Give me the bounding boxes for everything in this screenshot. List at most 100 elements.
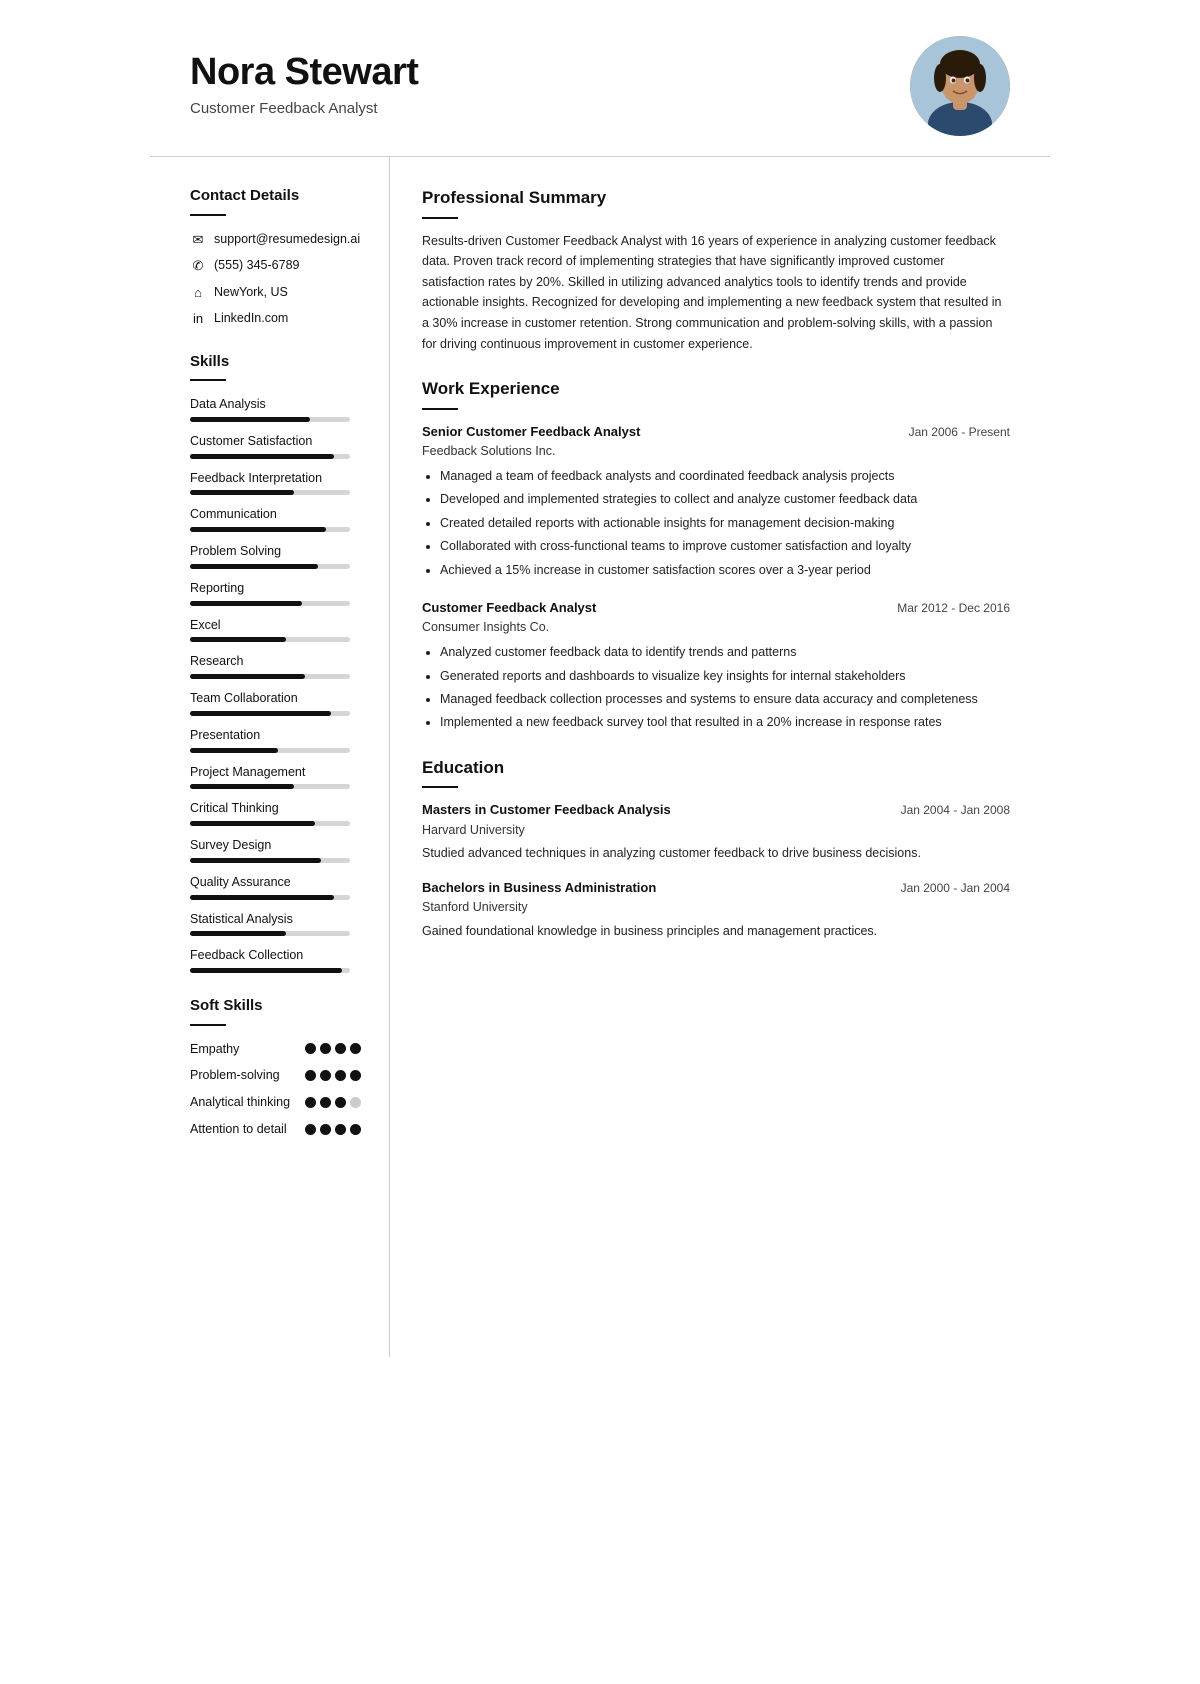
skill-bar-fill bbox=[190, 490, 294, 495]
skill-bar-background bbox=[190, 417, 350, 422]
skill-bar-fill bbox=[190, 895, 334, 900]
soft-skill-dots bbox=[305, 1070, 361, 1081]
soft-skill-name: Analytical thinking bbox=[190, 1093, 305, 1112]
sidebar: Contact Details ✉ support@resumedesign.a… bbox=[150, 157, 390, 1357]
skill-bar-fill bbox=[190, 527, 326, 532]
skill-name: Statistical Analysis bbox=[190, 910, 361, 929]
skill-name: Critical Thinking bbox=[190, 799, 361, 818]
job-entry: Senior Customer Feedback Analyst Jan 200… bbox=[422, 422, 1010, 580]
skill-bar-background bbox=[190, 454, 350, 459]
jobs-list: Senior Customer Feedback Analyst Jan 200… bbox=[422, 422, 1010, 733]
dot-filled bbox=[335, 1097, 346, 1108]
skill-item: Quality Assurance bbox=[190, 873, 361, 900]
skill-bar-background bbox=[190, 601, 350, 606]
contact-section: Contact Details ✉ support@resumedesign.a… bbox=[190, 185, 361, 329]
skill-name: Feedback Interpretation bbox=[190, 469, 361, 488]
skill-name: Problem Solving bbox=[190, 542, 361, 561]
dot-empty bbox=[350, 1097, 361, 1108]
job-dates: Jan 2006 - Present bbox=[909, 423, 1010, 441]
skill-bar-background bbox=[190, 784, 350, 789]
bullet-item: Analyzed customer feedback data to ident… bbox=[440, 643, 1010, 662]
skill-item: Statistical Analysis bbox=[190, 910, 361, 937]
education-entry: Bachelors in Business Administration Jan… bbox=[422, 878, 1010, 942]
contact-icon: ⌂ bbox=[190, 283, 206, 303]
soft-skill-row: Problem-solving bbox=[190, 1066, 361, 1085]
dot-filled bbox=[305, 1043, 316, 1054]
contact-item: ⌂ NewYork, US bbox=[190, 283, 361, 303]
job-header: Customer Feedback Analyst Mar 2012 - Dec… bbox=[422, 598, 1010, 618]
skill-item: Project Management bbox=[190, 763, 361, 790]
edu-degree: Masters in Customer Feedback Analysis bbox=[422, 800, 671, 820]
skill-bar-fill bbox=[190, 674, 305, 679]
skill-name: Research bbox=[190, 652, 361, 671]
skill-bar-fill bbox=[190, 784, 294, 789]
dot-filled bbox=[320, 1097, 331, 1108]
dot-filled bbox=[320, 1124, 331, 1135]
work-experience-divider bbox=[422, 408, 458, 410]
contact-text: (555) 345-6789 bbox=[214, 256, 299, 275]
edu-header: Bachelors in Business Administration Jan… bbox=[422, 878, 1010, 898]
skill-item: Feedback Collection bbox=[190, 946, 361, 973]
contact-icon: in bbox=[190, 309, 206, 329]
education-section: Education Masters in Customer Feedback A… bbox=[422, 755, 1010, 942]
bullet-item: Managed feedback collection processes an… bbox=[440, 690, 1010, 709]
education-list: Masters in Customer Feedback Analysis Ja… bbox=[422, 800, 1010, 941]
dot-filled bbox=[335, 1043, 346, 1054]
skill-bar-fill bbox=[190, 968, 342, 973]
skill-bar-fill bbox=[190, 821, 315, 826]
bullet-item: Implemented a new feedback survey tool t… bbox=[440, 713, 1010, 732]
dot-filled bbox=[335, 1124, 346, 1135]
skill-name: Data Analysis bbox=[190, 395, 361, 414]
skill-name: Customer Satisfaction bbox=[190, 432, 361, 451]
edu-degree: Bachelors in Business Administration bbox=[422, 878, 656, 898]
edu-description: Gained foundational knowledge in busines… bbox=[422, 922, 1010, 941]
contact-text: NewYork, US bbox=[214, 283, 288, 302]
skill-item: Communication bbox=[190, 505, 361, 532]
skill-bar-background bbox=[190, 490, 350, 495]
contact-divider bbox=[190, 214, 226, 216]
dot-filled bbox=[305, 1070, 316, 1081]
skill-item: Excel bbox=[190, 616, 361, 643]
dot-filled bbox=[335, 1070, 346, 1081]
job-company: Feedback Solutions Inc. bbox=[422, 442, 1010, 461]
skill-name: Quality Assurance bbox=[190, 873, 361, 892]
soft-skill-name: Attention to detail bbox=[190, 1120, 305, 1139]
skill-item: Research bbox=[190, 652, 361, 679]
contact-item: ✆ (555) 345-6789 bbox=[190, 256, 361, 276]
summary-divider bbox=[422, 217, 458, 219]
skill-item: Feedback Interpretation bbox=[190, 469, 361, 496]
soft-skills-title: Soft Skills bbox=[190, 995, 361, 1018]
edu-dates: Jan 2000 - Jan 2004 bbox=[901, 879, 1010, 897]
soft-skills-divider bbox=[190, 1024, 226, 1026]
contact-icon: ✉ bbox=[190, 230, 206, 250]
skill-bar-fill bbox=[190, 858, 321, 863]
skill-bar-fill bbox=[190, 931, 286, 936]
contact-text: LinkedIn.com bbox=[214, 309, 288, 328]
resume-header: Nora Stewart Customer Feedback Analyst bbox=[150, 0, 1050, 157]
soft-skills-list: Empathy Problem-solving Analytical think… bbox=[190, 1040, 361, 1139]
soft-skill-name: Empathy bbox=[190, 1040, 305, 1059]
job-dates: Mar 2012 - Dec 2016 bbox=[897, 599, 1010, 617]
job-bullets: Analyzed customer feedback data to ident… bbox=[422, 643, 1010, 733]
skill-name: Survey Design bbox=[190, 836, 361, 855]
soft-skill-dots bbox=[305, 1097, 361, 1108]
skill-item: Team Collaboration bbox=[190, 689, 361, 716]
contact-text: support@resumedesign.ai bbox=[214, 230, 360, 249]
skill-item: Critical Thinking bbox=[190, 799, 361, 826]
work-experience-section: Work Experience Senior Customer Feedback… bbox=[422, 376, 1010, 732]
dot-filled bbox=[320, 1070, 331, 1081]
skill-bar-background bbox=[190, 748, 350, 753]
skill-item: Problem Solving bbox=[190, 542, 361, 569]
skill-bar-fill bbox=[190, 601, 302, 606]
skill-name: Reporting bbox=[190, 579, 361, 598]
skills-divider bbox=[190, 379, 226, 381]
edu-description: Studied advanced techniques in analyzing… bbox=[422, 844, 1010, 863]
dot-filled bbox=[305, 1097, 316, 1108]
skills-title: Skills bbox=[190, 351, 361, 374]
summary-text: Results-driven Customer Feedback Analyst… bbox=[422, 231, 1010, 355]
soft-skills-section: Soft Skills Empathy Problem-solving Anal… bbox=[190, 995, 361, 1139]
skill-bar-background bbox=[190, 858, 350, 863]
candidate-name: Nora Stewart bbox=[190, 52, 418, 94]
skills-section: Skills Data Analysis Customer Satisfacti… bbox=[190, 351, 361, 974]
job-header: Senior Customer Feedback Analyst Jan 200… bbox=[422, 422, 1010, 442]
